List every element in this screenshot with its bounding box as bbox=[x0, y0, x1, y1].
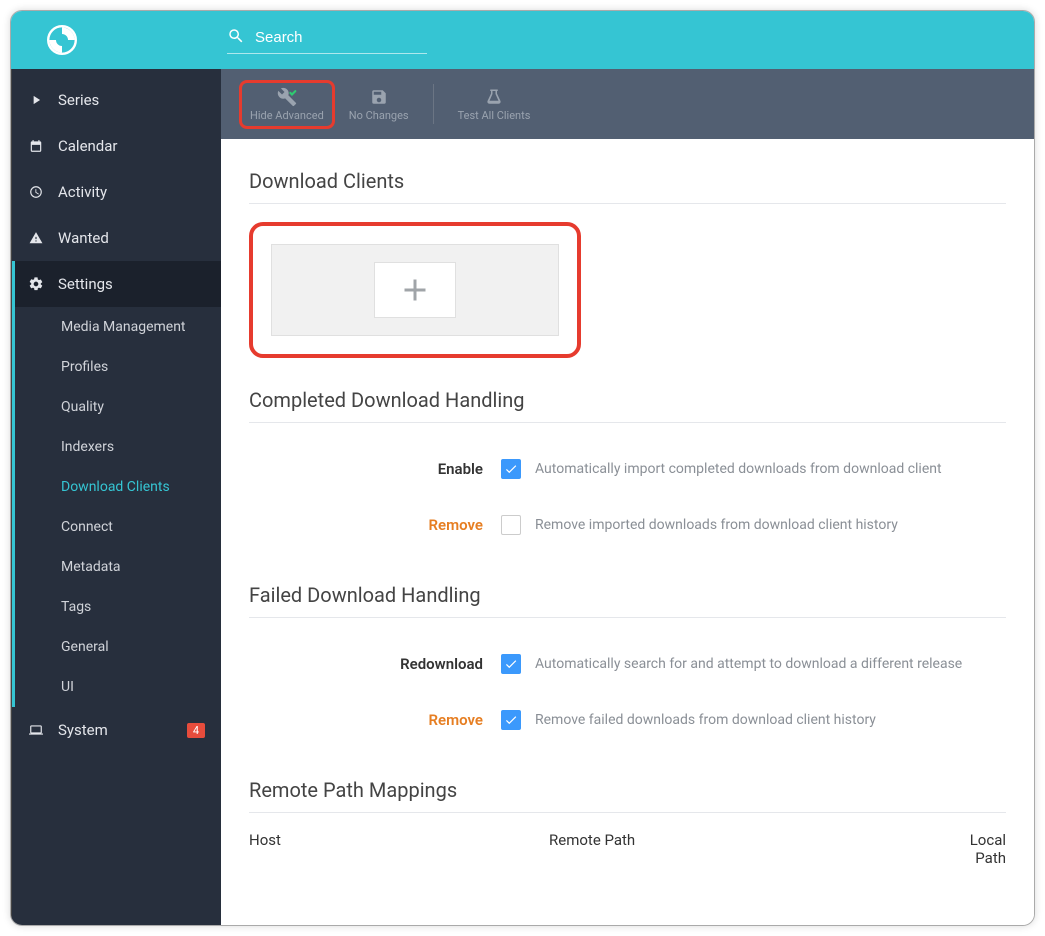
content: Download Clients Completed Download Hand… bbox=[221, 139, 1034, 925]
app-logo bbox=[47, 25, 77, 55]
toolbar: Hide Advanced No Changes Test All Client… bbox=[221, 69, 1034, 139]
topbar bbox=[11, 11, 1034, 69]
remove-completed-help: Remove imported downloads from download … bbox=[535, 517, 898, 533]
sidebar: Series Calendar Activity Wanted Settings… bbox=[11, 69, 221, 925]
subnav-general[interactable]: General bbox=[15, 627, 221, 667]
remove-completed-checkbox[interactable] bbox=[501, 515, 521, 535]
subnav-metadata[interactable]: Metadata bbox=[15, 547, 221, 587]
remove-failed-help: Remove failed downloads from download cl… bbox=[535, 712, 876, 728]
subnav-tags[interactable]: Tags bbox=[15, 587, 221, 627]
divider bbox=[249, 203, 1006, 204]
subnav-quality[interactable]: Quality bbox=[15, 387, 221, 427]
subnav-indexers[interactable]: Indexers bbox=[15, 427, 221, 467]
section-remote: Remote Path Mappings bbox=[249, 778, 1006, 802]
subnav-ui[interactable]: UI bbox=[15, 667, 221, 707]
sidebar-item-activity[interactable]: Activity bbox=[12, 169, 221, 215]
redownload-checkbox[interactable] bbox=[501, 654, 521, 674]
remove-failed-checkbox[interactable] bbox=[501, 710, 521, 730]
sidebar-item-label: Wanted bbox=[58, 229, 109, 247]
save-button[interactable]: No Changes bbox=[341, 83, 417, 126]
system-badge: 4 bbox=[187, 723, 205, 738]
th-host: Host bbox=[249, 831, 549, 867]
remove-failed-label: Remove bbox=[249, 711, 501, 729]
sidebar-item-system[interactable]: System 4 bbox=[12, 707, 221, 753]
clock-icon bbox=[28, 184, 44, 200]
sidebar-item-wanted[interactable]: Wanted bbox=[12, 215, 221, 261]
enable-checkbox[interactable] bbox=[501, 459, 521, 479]
redownload-help: Automatically search for and attempt to … bbox=[535, 656, 962, 672]
plus-icon bbox=[374, 262, 456, 318]
th-local: Local Path bbox=[947, 831, 1006, 867]
settings-subnav: Media Management Profiles Quality Indexe… bbox=[12, 307, 221, 707]
enable-label: Enable bbox=[249, 460, 501, 478]
add-client-highlight bbox=[249, 222, 581, 358]
subnav-download-clients[interactable]: Download Clients bbox=[15, 467, 221, 507]
sidebar-item-series[interactable]: Series bbox=[12, 77, 221, 123]
search-input[interactable] bbox=[255, 29, 427, 46]
section-completed: Completed Download Handling bbox=[249, 388, 1006, 412]
section-failed: Failed Download Handling bbox=[249, 583, 1006, 607]
sidebar-item-label: Activity bbox=[58, 183, 107, 201]
remove-completed-label: Remove bbox=[249, 516, 501, 534]
redownload-label: Redownload bbox=[249, 655, 501, 673]
sidebar-item-calendar[interactable]: Calendar bbox=[12, 123, 221, 169]
section-download-clients: Download Clients bbox=[249, 169, 1006, 193]
divider bbox=[249, 422, 1006, 423]
calendar-icon bbox=[28, 138, 44, 154]
subnav-profiles[interactable]: Profiles bbox=[15, 347, 221, 387]
test-all-button[interactable]: Test All Clients bbox=[450, 83, 539, 126]
enable-help: Automatically import completed downloads… bbox=[535, 461, 942, 477]
sidebar-item-label: Calendar bbox=[58, 137, 118, 155]
subnav-connect[interactable]: Connect bbox=[15, 507, 221, 547]
laptop-icon bbox=[28, 722, 44, 738]
save-icon bbox=[370, 87, 388, 107]
search-icon bbox=[227, 27, 255, 49]
sidebar-item-label: System bbox=[58, 721, 108, 739]
vial-icon bbox=[485, 87, 503, 107]
play-icon bbox=[28, 92, 44, 108]
th-remote: Remote Path bbox=[549, 831, 947, 867]
toolbar-divider bbox=[433, 84, 434, 124]
divider bbox=[249, 617, 1006, 618]
wrench-check-icon bbox=[277, 87, 297, 107]
remote-path-table-header: Host Remote Path Local Path bbox=[249, 831, 1006, 867]
divider bbox=[249, 812, 1006, 813]
sidebar-item-label: Settings bbox=[58, 275, 113, 293]
add-client-card[interactable] bbox=[271, 244, 559, 336]
hide-advanced-button[interactable]: Hide Advanced bbox=[239, 80, 335, 129]
sidebar-item-label: Series bbox=[58, 91, 99, 109]
subnav-media-management[interactable]: Media Management bbox=[15, 307, 221, 347]
warning-icon bbox=[28, 230, 44, 246]
search-box[interactable] bbox=[227, 27, 427, 54]
sidebar-item-settings[interactable]: Settings bbox=[12, 261, 221, 307]
gears-icon bbox=[28, 276, 44, 292]
